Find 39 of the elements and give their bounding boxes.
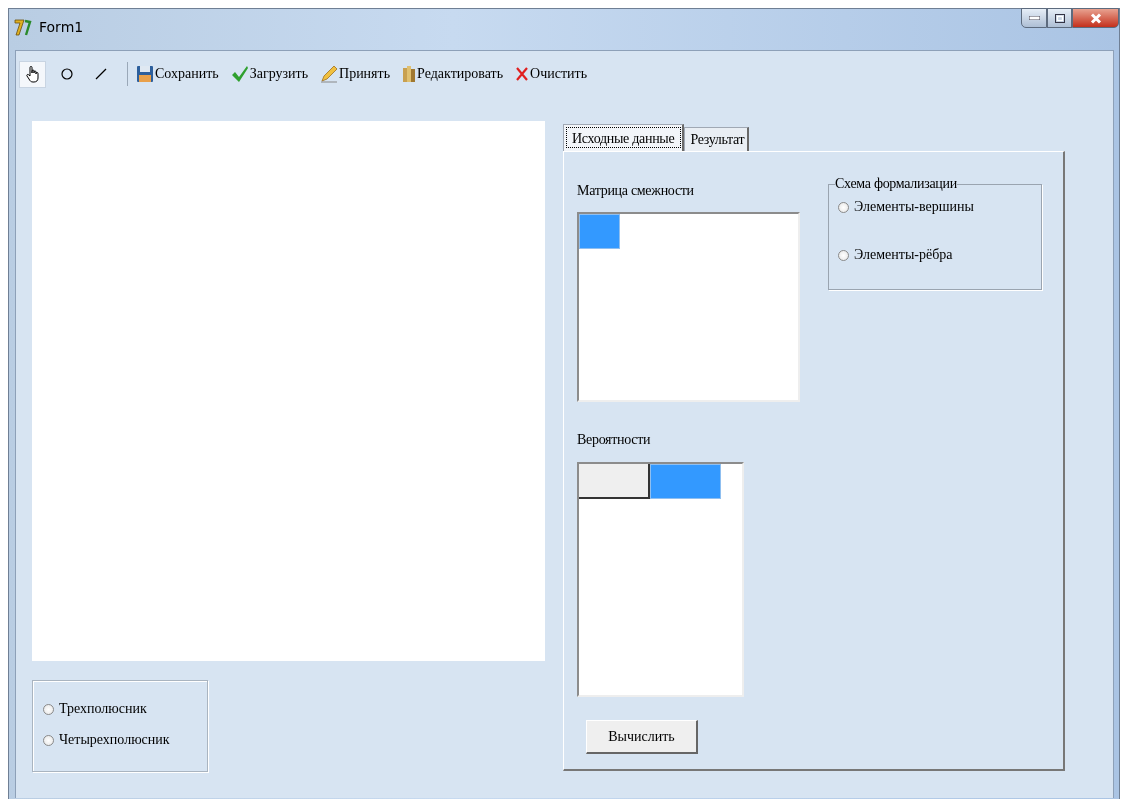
selected-cell[interactable] <box>650 464 721 499</box>
radio-label: Четырехполюсник <box>59 732 170 748</box>
field-label: Вероятности <box>577 432 652 448</box>
maximize-button[interactable] <box>1047 8 1072 28</box>
books-icon <box>402 65 417 83</box>
radio-button[interactable] <box>838 249 849 261</box>
group-title: Схема формализации <box>835 176 957 192</box>
load-button[interactable]: Загрузить <box>230 65 308 83</box>
minimize-icon <box>1028 16 1040 20</box>
cross-icon <box>515 66 530 82</box>
radio-button[interactable] <box>43 734 54 746</box>
tab[interactable]: Результат <box>684 127 750 151</box>
edit-button[interactable]: Редактировать <box>402 65 504 83</box>
radio-label: Элементы-рёбра <box>854 247 953 263</box>
app-icon <box>13 17 33 37</box>
accept-button[interactable]: Принять <box>320 65 391 83</box>
tab[interactable]: Исходные данные <box>563 124 685 151</box>
radio-button[interactable] <box>838 201 849 213</box>
save-button[interactable]: Сохранить <box>136 65 219 83</box>
field-label: Матрица смежности <box>577 183 695 199</box>
data-grid[interactable] <box>577 212 800 402</box>
check-icon <box>230 65 249 83</box>
minimize-button[interactable] <box>1021 8 1047 28</box>
line-icon <box>94 68 107 80</box>
radio-button[interactable] <box>43 703 54 715</box>
selected-cell[interactable] <box>579 214 620 249</box>
maximize-icon <box>1054 13 1065 23</box>
compute-button[interactable]: Вычислить <box>586 720 698 754</box>
radio-label: Элементы-вершины <box>854 199 974 215</box>
clear-button[interactable]: Очистить <box>515 65 588 83</box>
radio-label: Трехполюсник <box>59 701 147 717</box>
hand-tool-button[interactable] <box>19 60 46 88</box>
row-header-cell[interactable] <box>579 464 650 499</box>
window-title: Form1 <box>39 19 84 35</box>
hand-cursor-icon <box>24 65 41 83</box>
pencil-icon <box>320 65 338 83</box>
circle-icon <box>60 68 73 80</box>
close-icon <box>1089 12 1102 24</box>
close-button[interactable] <box>1072 8 1119 28</box>
